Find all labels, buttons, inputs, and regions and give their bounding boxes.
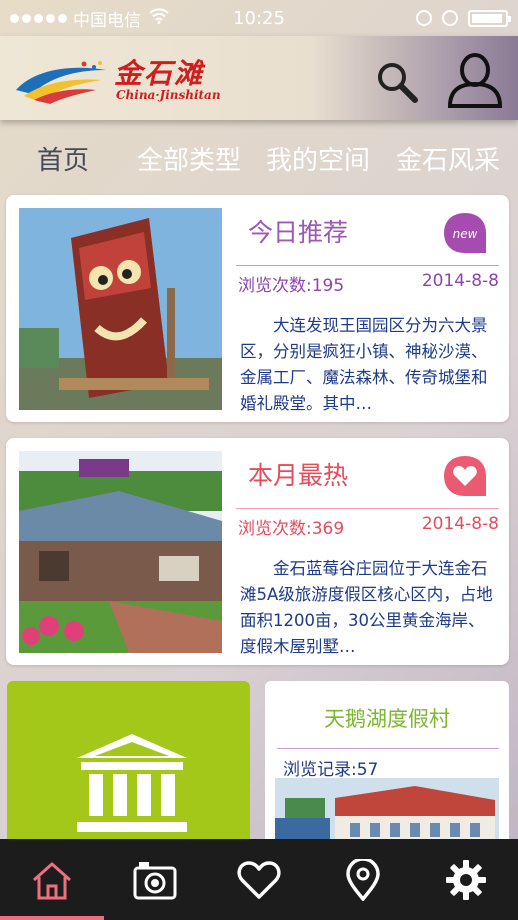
card-description: 金石蓝莓谷庄园位于大连金石滩5A级旅游度假区核心区内，占地面积1200亩，30公…	[240, 559, 493, 656]
card-divider	[236, 265, 499, 266]
card-photo	[19, 451, 222, 653]
user-button[interactable]	[446, 50, 504, 110]
view-count: 浏览次数:369	[238, 519, 345, 539]
top-nav: 首页 全部类型 我的空间 金石风采	[0, 130, 518, 186]
tabbar-home[interactable]	[0, 839, 104, 920]
wifi-icon	[149, 8, 169, 28]
card-title: 今日推荐	[248, 218, 349, 247]
card-date: 2014-8-8	[421, 271, 499, 291]
carrier-label: 中国电信	[73, 10, 141, 31]
tab-all-types[interactable]: 全部类型	[137, 140, 241, 177]
tab-my-space[interactable]: 我的空间	[266, 140, 370, 177]
search-icon	[378, 63, 418, 103]
signal-strength-icon	[10, 13, 67, 23]
search-button[interactable]	[373, 58, 421, 106]
app-header: 金石滩 China·Jinshitan	[0, 36, 518, 120]
heart-badge-icon	[444, 456, 486, 496]
tabbar-favorites[interactable]	[207, 839, 311, 920]
bottom-tab-bar	[0, 839, 518, 920]
brand-name: 金石滩	[114, 57, 205, 90]
card-description: 大连发现王国园区分为六大景区，分别是疯狂小镇、神秘沙漠、金属工厂、魔法森林、传奇…	[240, 316, 488, 413]
month-hottest-card[interactable]: 本月最热 浏览次数:369 2014-8-8 金石蓝莓谷庄园位于大连金石滩5A级…	[6, 438, 509, 665]
tabbar-camera[interactable]	[104, 839, 208, 920]
heart-icon	[237, 860, 281, 899]
location-pin-icon	[345, 858, 380, 901]
card-title: 本月最热	[248, 461, 349, 490]
view-count: 浏览次数:195	[238, 276, 345, 296]
app-logo: 金石滩 China·Jinshitan	[14, 50, 224, 108]
tab-jinshi-gallery[interactable]: 金石风采	[396, 140, 500, 177]
view-count: 浏览记录:57	[283, 760, 379, 780]
status-bar: 中国电信 10:25	[0, 0, 518, 36]
tabbar-settings[interactable]	[414, 839, 518, 920]
new-badge-icon: new	[444, 213, 486, 253]
card-divider	[277, 748, 499, 749]
rotation-lock-icon	[416, 10, 432, 26]
logo-swoosh-icon	[16, 61, 106, 104]
card-title: 天鹅湖度假村	[324, 707, 450, 731]
category-tile[interactable]	[7, 681, 250, 851]
home-icon	[32, 862, 71, 899]
card-date: 2014-8-8	[421, 514, 499, 534]
brand-subtitle: China·Jinshitan	[116, 88, 221, 102]
card-photo	[19, 208, 222, 410]
user-icon	[447, 53, 503, 108]
tabbar-location[interactable]	[311, 839, 415, 920]
alarm-icon	[442, 10, 458, 26]
gear-icon	[446, 859, 487, 900]
today-recommend-card[interactable]: 今日推荐 new 浏览次数:195 2014-8-8 大连发现王国园区分为六大景…	[6, 195, 509, 422]
battery-icon	[468, 9, 511, 27]
card-divider	[236, 508, 499, 509]
camera-icon	[133, 861, 177, 899]
tab-home[interactable]: 首页	[37, 140, 89, 177]
bank-icon	[77, 734, 187, 832]
new-badge-label: new	[453, 227, 478, 241]
swan-lake-card[interactable]: 天鹅湖度假村 浏览记录:57	[265, 681, 509, 851]
